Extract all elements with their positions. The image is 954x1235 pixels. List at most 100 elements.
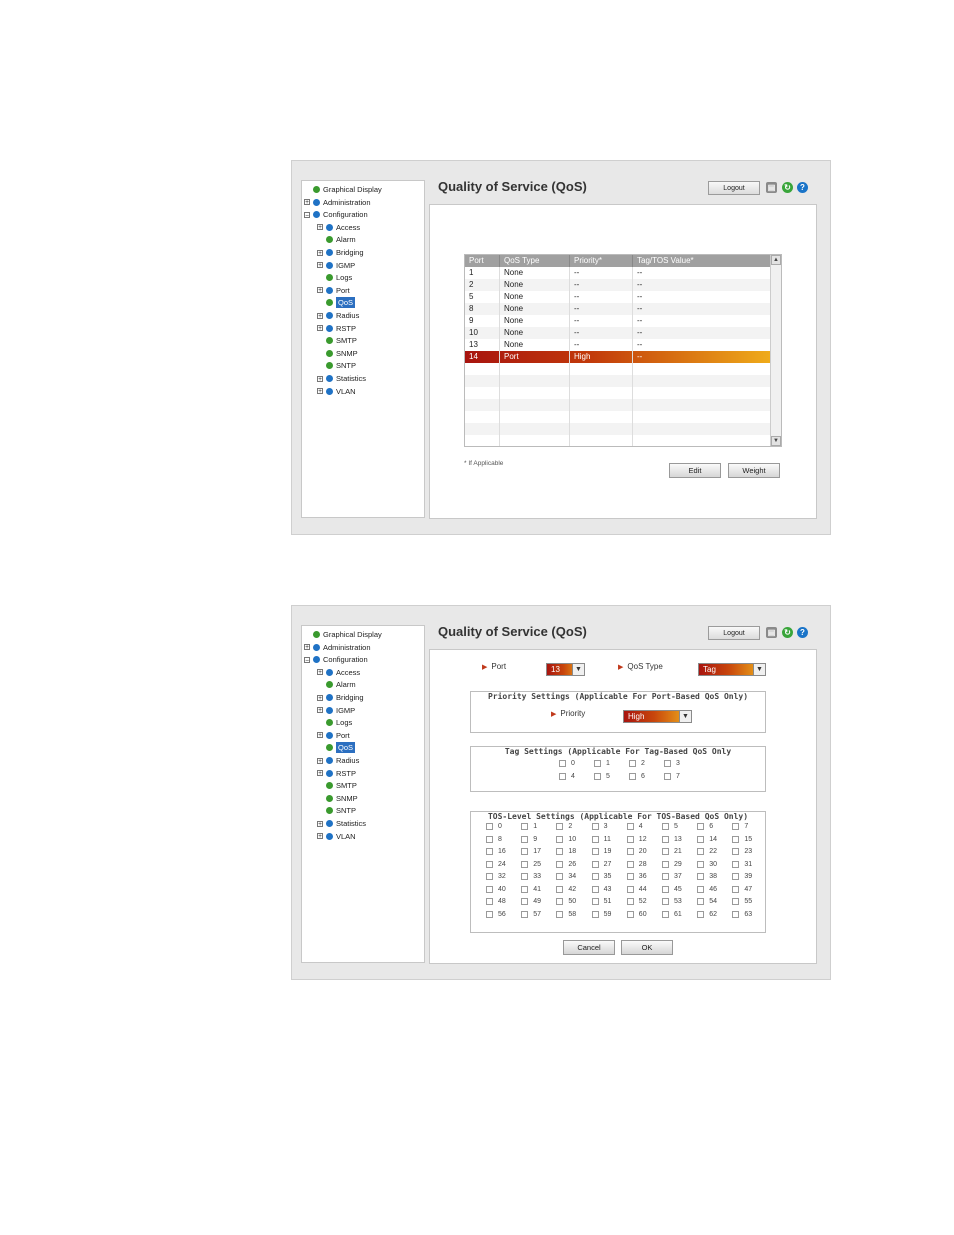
- tos-checkbox[interactable]: 42: [556, 885, 576, 893]
- checkbox-icon[interactable]: [521, 910, 529, 918]
- nav-item[interactable]: + RSTP: [317, 768, 356, 779]
- checkbox-icon[interactable]: [732, 885, 740, 893]
- tos-checkbox[interactable]: 34: [556, 873, 576, 880]
- tos-checkbox[interactable]: 62: [697, 910, 717, 918]
- checkbox-icon[interactable]: [662, 910, 669, 918]
- tos-checkbox[interactable]: 33: [521, 873, 541, 880]
- nav-item[interactable]: Logs: [317, 272, 352, 283]
- tos-checkbox[interactable]: 8: [486, 835, 502, 843]
- tos-checkbox[interactable]: 29: [662, 860, 682, 868]
- checkbox-icon[interactable]: [629, 760, 636, 767]
- tos-checkbox[interactable]: 23: [732, 848, 752, 855]
- tos-checkbox[interactable]: 50: [556, 898, 576, 905]
- checkbox-icon[interactable]: [521, 898, 529, 905]
- expand-toggle-icon[interactable]: +: [317, 669, 323, 676]
- tos-checkbox[interactable]: 1: [521, 823, 537, 830]
- expand-toggle-icon[interactable]: +: [317, 388, 323, 395]
- nav-item[interactable]: + RSTP: [317, 323, 356, 334]
- tos-checkbox[interactable]: 21: [662, 848, 682, 855]
- nav-item[interactable]: Alarm: [317, 234, 356, 245]
- tos-checkbox[interactable]: 31: [732, 860, 752, 868]
- nav-item[interactable]: SMTP: [317, 780, 357, 791]
- nav-item-label[interactable]: Logs: [336, 272, 352, 283]
- tos-checkbox[interactable]: 18: [556, 848, 576, 855]
- nav-item-label[interactable]: Graphical Display: [323, 629, 382, 640]
- tos-checkbox[interactable]: 41: [521, 885, 541, 893]
- nav-item-label[interactable]: Configuration: [323, 209, 368, 220]
- tos-checkbox[interactable]: 40: [486, 885, 506, 893]
- nav-item-label[interactable]: Configuration: [323, 654, 368, 665]
- tos-checkbox[interactable]: 55: [732, 898, 752, 905]
- checkbox-icon[interactable]: [521, 848, 529, 855]
- expand-toggle-icon[interactable]: +: [317, 312, 323, 319]
- expand-toggle-icon[interactable]: +: [317, 732, 323, 739]
- scrollbar[interactable]: ▲ ▼: [770, 255, 781, 446]
- checkbox-icon[interactable]: [486, 823, 493, 830]
- tos-checkbox[interactable]: 59: [591, 910, 611, 918]
- tag-checkbox[interactable]: 4: [559, 773, 575, 780]
- checkbox-icon[interactable]: [662, 848, 669, 855]
- tos-checkbox[interactable]: 43: [591, 885, 611, 893]
- expand-toggle-icon[interactable]: +: [317, 770, 323, 777]
- cancel-button[interactable]: Cancel: [563, 940, 615, 955]
- tos-checkbox[interactable]: 14: [697, 835, 717, 843]
- column-header[interactable]: Priority*: [570, 255, 633, 267]
- nav-item-label[interactable]: SMTP: [336, 780, 357, 791]
- table-row[interactable]: [465, 363, 781, 375]
- expand-toggle-icon[interactable]: +: [317, 694, 323, 701]
- nav-item[interactable]: QoS: [317, 297, 356, 309]
- tos-checkbox[interactable]: 63: [732, 910, 752, 918]
- tag-checkbox[interactable]: 6: [629, 773, 645, 780]
- table-row[interactable]: 14 Port High --: [465, 351, 781, 363]
- nav-item-label[interactable]: Port: [336, 285, 350, 296]
- save-icon[interactable]: ▤: [766, 627, 777, 638]
- nav-item-label[interactable]: Logs: [336, 717, 352, 728]
- tos-checkbox[interactable]: 19: [591, 848, 611, 855]
- ok-button[interactable]: OK: [621, 940, 673, 955]
- nav-item[interactable]: SNMP: [317, 348, 358, 359]
- table-row[interactable]: 1 None -- --: [465, 267, 781, 279]
- checkbox-icon[interactable]: [556, 910, 564, 918]
- nav-item-label[interactable]: Statistics: [336, 373, 366, 384]
- tos-checkbox[interactable]: 47: [732, 885, 752, 893]
- tos-checkbox[interactable]: 5: [662, 823, 678, 830]
- nav-item[interactable]: Alarm: [317, 679, 356, 690]
- nav-item-label[interactable]: SNTP: [336, 805, 356, 816]
- tos-checkbox[interactable]: 56: [486, 910, 506, 918]
- table-row[interactable]: [465, 399, 781, 411]
- expand-toggle-icon[interactable]: +: [317, 249, 323, 256]
- nav-item-label[interactable]: Access: [336, 667, 360, 678]
- nav-item[interactable]: + IGMP: [317, 705, 355, 716]
- nav-item-label[interactable]: Administration: [323, 197, 371, 208]
- nav-item-label[interactable]: Radius: [336, 310, 359, 321]
- logout-button[interactable]: Logout: [708, 181, 760, 195]
- checkbox-icon[interactable]: [486, 835, 493, 843]
- table-row[interactable]: [465, 435, 781, 446]
- tos-checkbox[interactable]: 39: [732, 873, 752, 880]
- checkbox-icon[interactable]: [486, 873, 493, 880]
- chevron-down-icon[interactable]: ▼: [572, 664, 584, 675]
- tos-checkbox[interactable]: 6: [697, 823, 713, 830]
- tos-checkbox[interactable]: 26: [556, 860, 576, 868]
- expand-toggle-icon[interactable]: +: [317, 224, 323, 231]
- weight-button[interactable]: Weight: [728, 463, 780, 478]
- nav-item-label[interactable]: VLAN: [336, 831, 356, 842]
- table-row[interactable]: [465, 423, 781, 435]
- expand-toggle-icon[interactable]: +: [304, 644, 310, 651]
- tag-checkbox[interactable]: 7: [664, 773, 680, 780]
- table-row[interactable]: 9 None -- --: [465, 315, 781, 327]
- checkbox-icon[interactable]: [556, 823, 564, 830]
- tos-checkbox[interactable]: 0: [486, 823, 502, 830]
- table-row[interactable]: 2 None -- --: [465, 279, 781, 291]
- tos-checkbox[interactable]: 53: [662, 898, 682, 905]
- checkbox-icon[interactable]: [662, 873, 669, 880]
- help-icon[interactable]: ?: [797, 182, 808, 193]
- tos-checkbox[interactable]: 9: [521, 835, 537, 843]
- nav-item[interactable]: + IGMP: [317, 260, 355, 271]
- tos-checkbox[interactable]: 2: [556, 823, 572, 830]
- checkbox-icon[interactable]: [521, 835, 529, 843]
- tos-checkbox[interactable]: 44: [626, 885, 647, 893]
- nav-item[interactable]: + Port: [317, 730, 350, 741]
- tag-checkbox[interactable]: 3: [664, 760, 680, 767]
- tos-checkbox[interactable]: 11: [591, 835, 611, 843]
